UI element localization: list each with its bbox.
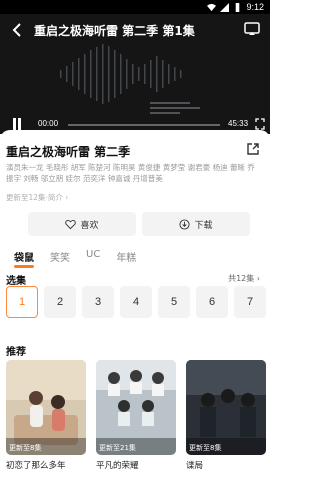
episode-list: 1 2 3 4 5 6 7 (6, 286, 266, 318)
recommend-heading: 推荐 (6, 347, 26, 358)
episodes-heading: 选集 (6, 276, 26, 287)
recommend-card[interactable]: 更新至8集 初恋了那么多年 (6, 360, 86, 471)
episode-button[interactable]: 3 (82, 286, 114, 318)
poster-image: 更新至8集 (6, 360, 86, 455)
poster-badge: 更新至8集 (9, 444, 42, 452)
current-time: 00:00 (38, 119, 59, 128)
share-icon[interactable] (246, 142, 260, 156)
episode-button[interactable]: 7 (234, 286, 266, 318)
episodes-count-link[interactable]: 共12集 › (228, 273, 260, 284)
pause-icon[interactable] (12, 118, 22, 130)
episode-button[interactable]: 4 (120, 286, 152, 318)
heart-icon (65, 219, 77, 229)
back-arrow-icon[interactable] (10, 22, 24, 38)
signal-icon (220, 2, 230, 12)
cast-list: 演员朱一龙 毛晓彤 胡军 陈楚河 陈明昊 黄俊捷 黄梦莹 谢君豪 杨迪 蕾晰 乔… (6, 163, 255, 183)
tab-source-4[interactable]: 年糕 (116, 249, 136, 264)
download-icon (179, 218, 191, 230)
recommend-title: 平凡的荣耀 (96, 461, 139, 471)
status-bar: 9:12 (0, 0, 270, 14)
poster-badge: 更新至8集 (189, 444, 222, 452)
fullscreen-icon[interactable] (255, 118, 265, 130)
detail-sheet: 重启之极海听雷 第二季 演员朱一龙 毛晓彤 胡军 陈楚河 陈明昊 黄俊捷 黄梦莹… (0, 130, 270, 480)
episode-button[interactable]: 5 (158, 286, 190, 318)
recommend-card[interactable]: 更新至21集 平凡的荣耀 (96, 360, 176, 471)
download-button[interactable]: 下载 (142, 212, 250, 236)
status-time: 9:12 (246, 2, 264, 12)
progress-bar[interactable] (68, 124, 220, 126)
recommend-card[interactable]: 更新至8集 谍局 (186, 360, 266, 471)
tab-source-1[interactable]: 袋鼠 (14, 249, 34, 268)
recommend-title: 初恋了那么多年 (6, 461, 66, 471)
battery-icon (236, 2, 240, 12)
show-title: 重启之极海听雷 第二季 (6, 145, 131, 159)
source-tabs: 袋鼠 笑笑 UC 年糕 (14, 249, 136, 268)
video-player[interactable]: 重启之极海听雷 第二季 第1集 00:00 45:33 (0, 14, 270, 134)
total-time: 45:33 (228, 119, 249, 128)
download-label: 下载 (194, 220, 213, 231)
player-title: 重启之极海听雷 第二季 第1集 (34, 24, 195, 38)
cast-icon[interactable] (244, 22, 260, 36)
episode-button[interactable]: 6 (196, 286, 228, 318)
wifi-icon (207, 3, 217, 11)
update-info-link[interactable]: 更新至12集·简介 › (6, 192, 68, 203)
poster-image: 更新至21集 (96, 360, 176, 455)
poster-image: 更新至8集 (186, 360, 266, 455)
recommend-title: 谍局 (186, 461, 204, 471)
tab-source-2[interactable]: 笑笑 (50, 249, 70, 264)
episode-button[interactable]: 2 (44, 286, 76, 318)
recommend-list: 更新至8集 初恋了那么多年 更新至21集 平凡的荣耀 更新至8集 谍局 (6, 360, 266, 471)
episode-button[interactable]: 1 (6, 286, 38, 318)
like-button[interactable]: 喜欢 (28, 212, 136, 236)
tab-source-3[interactable]: UC (86, 249, 100, 264)
poster-badge: 更新至21集 (99, 444, 136, 452)
like-label: 喜欢 (80, 220, 99, 231)
